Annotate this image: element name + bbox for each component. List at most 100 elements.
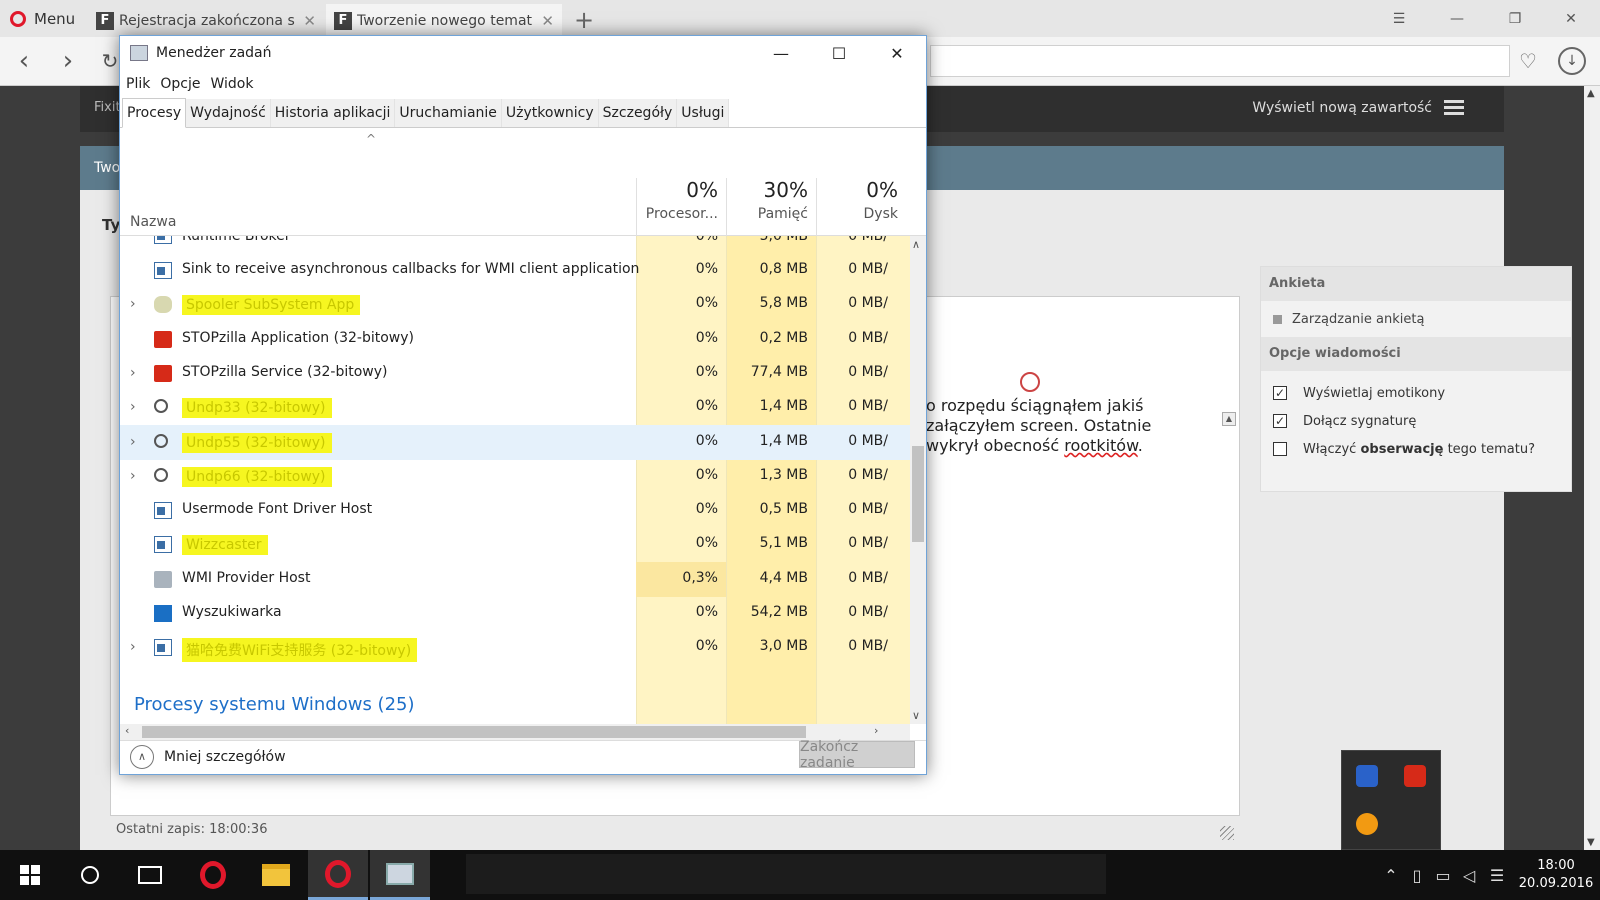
close-window-icon[interactable]: ✕ [1542, 0, 1600, 37]
column-name-header[interactable]: Nazwa [130, 214, 176, 230]
resize-grip-icon[interactable] [1220, 826, 1234, 840]
tab-startup[interactable]: Uruchamianie [395, 99, 502, 127]
cpu-label: Procesor... [645, 206, 718, 222]
tab-app-history[interactable]: Historia aplikacji [270, 99, 396, 127]
tm-title-bar[interactable]: Menedżer zadań — ☐ ✕ [120, 36, 926, 70]
volume-icon[interactable]: ◁ [1456, 866, 1482, 885]
end-task-button[interactable]: Zakończ zadanie [799, 739, 915, 771]
forward-icon[interactable]: › [50, 45, 86, 77]
restore-icon[interactable]: ❐ [1486, 0, 1544, 37]
menu-options[interactable]: Opcje [160, 76, 200, 92]
avast-tray-icon[interactable] [1356, 813, 1378, 835]
network-icon[interactable]: ▭ [1430, 866, 1456, 885]
process-cpu: 0% [695, 535, 718, 552]
browser-tab-1[interactable]: F Rejestracja zakończona suk ✕ [88, 4, 324, 37]
process-row[interactable]: Wizzcaster 0% 5,1 MB 0 MB/ [120, 527, 910, 562]
editor-tool-icon[interactable] [1020, 372, 1040, 392]
process-row[interactable]: WMI Provider Host 0,3% 4,4 MB 0 MB/ [120, 561, 910, 597]
search-app-icon [154, 605, 172, 622]
emoticons-checkbox[interactable]: ✓ Wyświetlaj emotikony [1261, 379, 1571, 407]
download-icon[interactable]: ↓ [1558, 47, 1586, 75]
tab-performance[interactable]: Wydajność [186, 99, 271, 127]
scroll-left-icon[interactable]: ‹ [125, 724, 129, 737]
scroll-up-icon[interactable]: ∧ [912, 238, 920, 251]
taskbar-task-manager[interactable] [370, 850, 430, 900]
process-list-vscroll[interactable]: ∧ ∨ [910, 236, 926, 724]
menu-view[interactable]: Widok [210, 76, 253, 92]
new-content-link[interactable]: Wyświetl nową zawartość [1252, 100, 1432, 116]
opera-icon [325, 859, 351, 888]
expand-chevron-icon[interactable]: › [130, 296, 136, 312]
new-tab-button[interactable]: + [574, 6, 594, 34]
chevron-up-icon[interactable]: ⌃ [1378, 866, 1404, 885]
checkbox-unchecked-icon[interactable] [1273, 442, 1287, 456]
manage-poll-link[interactable]: Zarządzanie ankietą [1261, 301, 1571, 337]
tablet-icon[interactable]: ▯ [1404, 866, 1430, 885]
start-button[interactable] [0, 850, 60, 900]
notifications-icon[interactable]: ☰ [1482, 866, 1512, 885]
taskbar-opera-1[interactable] [183, 850, 243, 900]
tm-minimize-button[interactable]: — [752, 36, 810, 70]
minimize-icon[interactable]: — [1428, 0, 1486, 37]
stopzilla-tray-icon[interactable] [1404, 765, 1426, 787]
process-list-hscroll[interactable]: ‹ › [120, 724, 910, 740]
list-menu-icon[interactable] [1444, 100, 1464, 116]
opera-menu-button[interactable]: Menu [0, 0, 82, 37]
checkbox-checked-icon[interactable]: ✓ [1273, 386, 1287, 400]
scroll-down-icon[interactable]: ▼ [1587, 837, 1595, 848]
process-row[interactable]: › Undp33 (32-bitowy) 0% 1,4 MB 0 MB/ [120, 390, 910, 425]
expand-chevron-icon[interactable]: › [130, 365, 136, 381]
clock[interactable]: 18:00 20.09.2016 [1512, 857, 1600, 893]
scroll-right-icon[interactable]: › [874, 724, 878, 737]
forum-nav-link[interactable]: Fixit [94, 100, 121, 115]
task-view-button[interactable] [120, 850, 180, 900]
taskbar-file-explorer[interactable] [246, 850, 306, 900]
bookmark-heart-icon[interactable]: ♡ [1512, 45, 1544, 77]
taskbar-opera-2[interactable] [308, 850, 368, 900]
back-icon[interactable]: ‹ [6, 45, 42, 77]
follow-topic-checkbox[interactable]: Włączyć obserwację tego tematu? [1261, 435, 1571, 463]
column-disk-header[interactable]: 0% Dysk [816, 178, 906, 236]
signature-checkbox[interactable]: ✓ Dołącz sygnaturę [1261, 407, 1571, 435]
window-icon [154, 262, 172, 279]
fewer-details-button[interactable]: ∧ Mniej szczegółów [130, 745, 286, 769]
column-memory-header[interactable]: 30% Pamięć [726, 178, 816, 236]
expand-chevron-icon[interactable]: › [130, 399, 136, 415]
expand-chevron-icon[interactable]: › [130, 468, 136, 484]
tab-menu-icon[interactable]: ☰ [1370, 0, 1428, 37]
checkbox-checked-icon[interactable]: ✓ [1273, 414, 1287, 428]
expand-chevron-icon[interactable]: › [130, 434, 136, 450]
tab-processes[interactable]: Procesy [122, 98, 187, 128]
malwarebytes-tray-icon[interactable] [1356, 765, 1378, 787]
process-row[interactable]: › Undp55 (32-bitowy) 0% 1,4 MB 0 MB/ [120, 424, 910, 460]
redacted-area [466, 854, 1106, 894]
process-row[interactable]: STOPzilla Application (32-bitowy) 0% 0,2 M… [120, 322, 910, 357]
process-row[interactable]: Usermode Font Driver Host 0% 0,5 MB 0 MB/ [120, 493, 910, 528]
process-row[interactable]: Sink to receive asynchronous callbacks f… [120, 253, 910, 288]
process-row[interactable]: › Spooler SubSystem App 0% 5,8 MB 0 MB/ [120, 287, 910, 322]
process-row[interactable]: › 猫哈免费WiFi支持服务 (32-bitowy) 0% 3,0 MB 0 MB/ [120, 630, 910, 665]
scroll-down-icon[interactable]: ∨ [912, 709, 920, 722]
windows-processes-group-header[interactable]: Procesy systemu Windows (25) [134, 694, 415, 715]
close-tab-icon[interactable]: ✕ [303, 12, 316, 30]
manage-poll-label: Zarządzanie ankietą [1292, 311, 1425, 327]
process-row[interactable]: Wyszukiwarka 0% 54,2 MB 0 MB/ [120, 596, 910, 631]
url-input[interactable] [930, 45, 1510, 77]
column-cpu-header[interactable]: 0% Procesor... [636, 178, 726, 236]
vscroll-thumb[interactable] [912, 446, 924, 542]
hscroll-thumb[interactable] [142, 726, 806, 738]
close-tab-icon[interactable]: ✕ [541, 12, 554, 30]
tm-close-button[interactable]: ✕ [868, 36, 926, 70]
search-button[interactable] [60, 850, 120, 900]
tab-details[interactable]: Szczegóły [598, 99, 678, 127]
process-row[interactable]: › Undp66 (32-bitowy) 0% 1,3 MB 0 MB/ [120, 459, 910, 494]
page-scrollbar[interactable]: ▲ ▼ [1584, 86, 1600, 850]
menu-file[interactable]: Plik [126, 76, 150, 92]
tab-services[interactable]: Usługi [677, 99, 730, 127]
scroll-up-icon[interactable]: ▲ [1587, 88, 1595, 99]
tab-users[interactable]: Użytkownicy [501, 99, 599, 127]
tm-maximize-button[interactable]: ☐ [810, 36, 868, 70]
browser-tab-2[interactable]: F Tworzenie nowego tematu ✕ [326, 4, 562, 37]
expand-chevron-icon[interactable]: › [130, 639, 136, 655]
process-row[interactable]: › STOPzilla Service (32-bitowy) 0% 77,4 MB 0… [120, 356, 910, 391]
